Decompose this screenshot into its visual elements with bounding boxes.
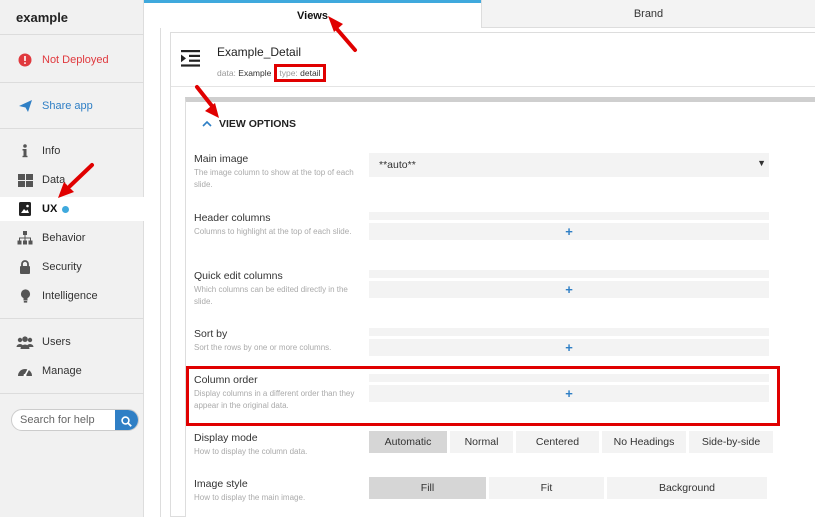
display-mode-selector: Automatic Normal Centered No Headings Si…	[369, 431, 776, 453]
tab-views[interactable]: Views	[144, 0, 481, 28]
view-meta: data: Example type: detail	[217, 64, 326, 82]
add-quick-edit-column-button[interactable]: +	[369, 281, 769, 298]
header-columns-label: Header columns	[194, 212, 271, 224]
quick-edit-label: Quick edit columns	[194, 270, 283, 282]
display-mode-centered[interactable]: Centered	[516, 431, 599, 453]
alert-circle-icon	[16, 51, 34, 69]
grid-icon	[16, 171, 34, 189]
help-search-input[interactable]	[12, 410, 115, 430]
chevron-up-icon	[202, 119, 212, 130]
sidebar-item-manage[interactable]: Manage	[0, 359, 144, 383]
display-mode-side-by-side[interactable]: Side-by-side	[689, 431, 773, 453]
sidebar-item-label: Manage	[42, 365, 82, 377]
list-placeholder	[369, 212, 769, 220]
sidebar-item-label: Behavior	[42, 232, 86, 244]
share-app-button[interactable]: Share app	[0, 94, 144, 118]
sidebar-item-label: Intelligence	[42, 290, 98, 302]
tab-brand[interactable]: Brand	[481, 0, 815, 28]
sidebar-divider	[0, 128, 144, 129]
display-mode-label: Display mode	[194, 432, 258, 444]
sidebar-item-ux[interactable]: UX	[0, 197, 144, 221]
header-columns-desc: Columns to highlight at the top of each …	[194, 227, 352, 236]
sidebar-item-security[interactable]: Security	[0, 255, 144, 279]
view-type-highlight: type: detail	[274, 64, 326, 82]
display-mode-no-headings[interactable]: No Headings	[602, 431, 686, 453]
deploy-status-label: Not Deployed	[42, 54, 109, 66]
image-style-selector: Fill Fit Background	[369, 477, 770, 499]
sidebar-item-label: Security	[42, 261, 82, 273]
sitemap-icon	[16, 229, 34, 247]
sidebar-divider	[0, 34, 144, 35]
quick-edit-desc: Which columns can be edited directly in …	[194, 285, 348, 306]
lock-icon	[16, 258, 34, 276]
list-placeholder	[369, 270, 769, 278]
editor-tabs: Views Brand	[144, 0, 815, 28]
sort-by-list: +	[369, 328, 769, 356]
display-mode-normal[interactable]: Normal	[450, 431, 513, 453]
main-image-select[interactable]: **auto** ▼	[369, 153, 769, 177]
deploy-status[interactable]: Not Deployed	[0, 48, 144, 72]
image-style-desc: How to display the main image.	[194, 493, 306, 502]
view-options-toggle[interactable]: VIEW OPTIONS	[202, 118, 296, 130]
header-columns-list: +	[369, 212, 769, 240]
sidebar-divider	[0, 393, 144, 394]
sidebar-divider	[0, 318, 144, 319]
users-icon	[16, 333, 34, 351]
ux-icon	[16, 200, 34, 218]
search-icon	[121, 415, 132, 427]
sort-by-label: Sort by	[194, 328, 228, 340]
main-image-desc: The image column to show at the top of e…	[194, 168, 354, 189]
image-style-label: Image style	[194, 478, 248, 490]
view-type-value: detail	[300, 68, 321, 78]
list-placeholder	[369, 328, 769, 336]
image-style-fit[interactable]: Fit	[489, 477, 604, 499]
app-name: example	[16, 10, 69, 25]
list-placeholder	[369, 374, 769, 382]
display-mode-desc: How to display the column data.	[194, 447, 308, 456]
main-image-value: **auto**	[379, 159, 416, 171]
column-order-list: +	[369, 374, 769, 402]
view-type-key: type:	[279, 68, 298, 78]
image-style-fill[interactable]: Fill	[369, 477, 486, 499]
image-style-background[interactable]: Background	[607, 477, 767, 499]
gauge-icon	[16, 362, 34, 380]
sidebar-item-intelligence[interactable]: Intelligence	[0, 284, 144, 308]
sidebar-item-label: Info	[42, 145, 61, 157]
view-title: Example_Detail	[217, 45, 302, 59]
panel-divider	[160, 28, 161, 517]
dropdown-caret-icon: ▼	[757, 158, 766, 168]
help-search-button[interactable]	[115, 410, 138, 430]
sort-by-desc: Sort the rows by one or more columns.	[194, 343, 332, 352]
sidebar-item-users[interactable]: Users	[0, 330, 144, 354]
sidebar-item-info[interactable]: Info	[0, 139, 144, 163]
view-header[interactable]: Example_Detail data: Example type: detai…	[171, 33, 815, 87]
send-icon	[16, 97, 34, 115]
add-header-column-button[interactable]: +	[369, 223, 769, 240]
help-search	[11, 409, 139, 431]
sidebar-item-label: Users	[42, 336, 71, 348]
column-order-label: Column order	[194, 374, 258, 386]
sidebar-item-data[interactable]: Data	[0, 168, 144, 192]
detail-view-icon	[181, 50, 201, 70]
unsaved-indicator	[62, 205, 70, 213]
quick-edit-list: +	[369, 270, 769, 298]
sidebar: example Not Deployed Share app Info Data…	[0, 0, 144, 517]
sidebar-item-label: UX	[42, 203, 58, 215]
add-sort-column-button[interactable]: +	[369, 339, 769, 356]
sidebar-item-behavior[interactable]: Behavior	[0, 226, 144, 250]
view-data-key: data:	[217, 68, 236, 78]
view-data-value: Example	[238, 68, 272, 78]
add-column-order-button[interactable]: +	[369, 385, 769, 402]
sidebar-divider	[0, 82, 144, 83]
main-image-label: Main image	[194, 153, 249, 165]
share-app-label: Share app	[42, 100, 93, 112]
info-icon	[16, 142, 34, 160]
sidebar-item-label: Data	[42, 174, 66, 186]
lightbulb-icon	[16, 287, 34, 305]
view-options-heading: VIEW OPTIONS	[219, 118, 297, 130]
column-order-desc: Display columns in a different order tha…	[194, 389, 355, 410]
display-mode-automatic[interactable]: Automatic	[369, 431, 447, 453]
